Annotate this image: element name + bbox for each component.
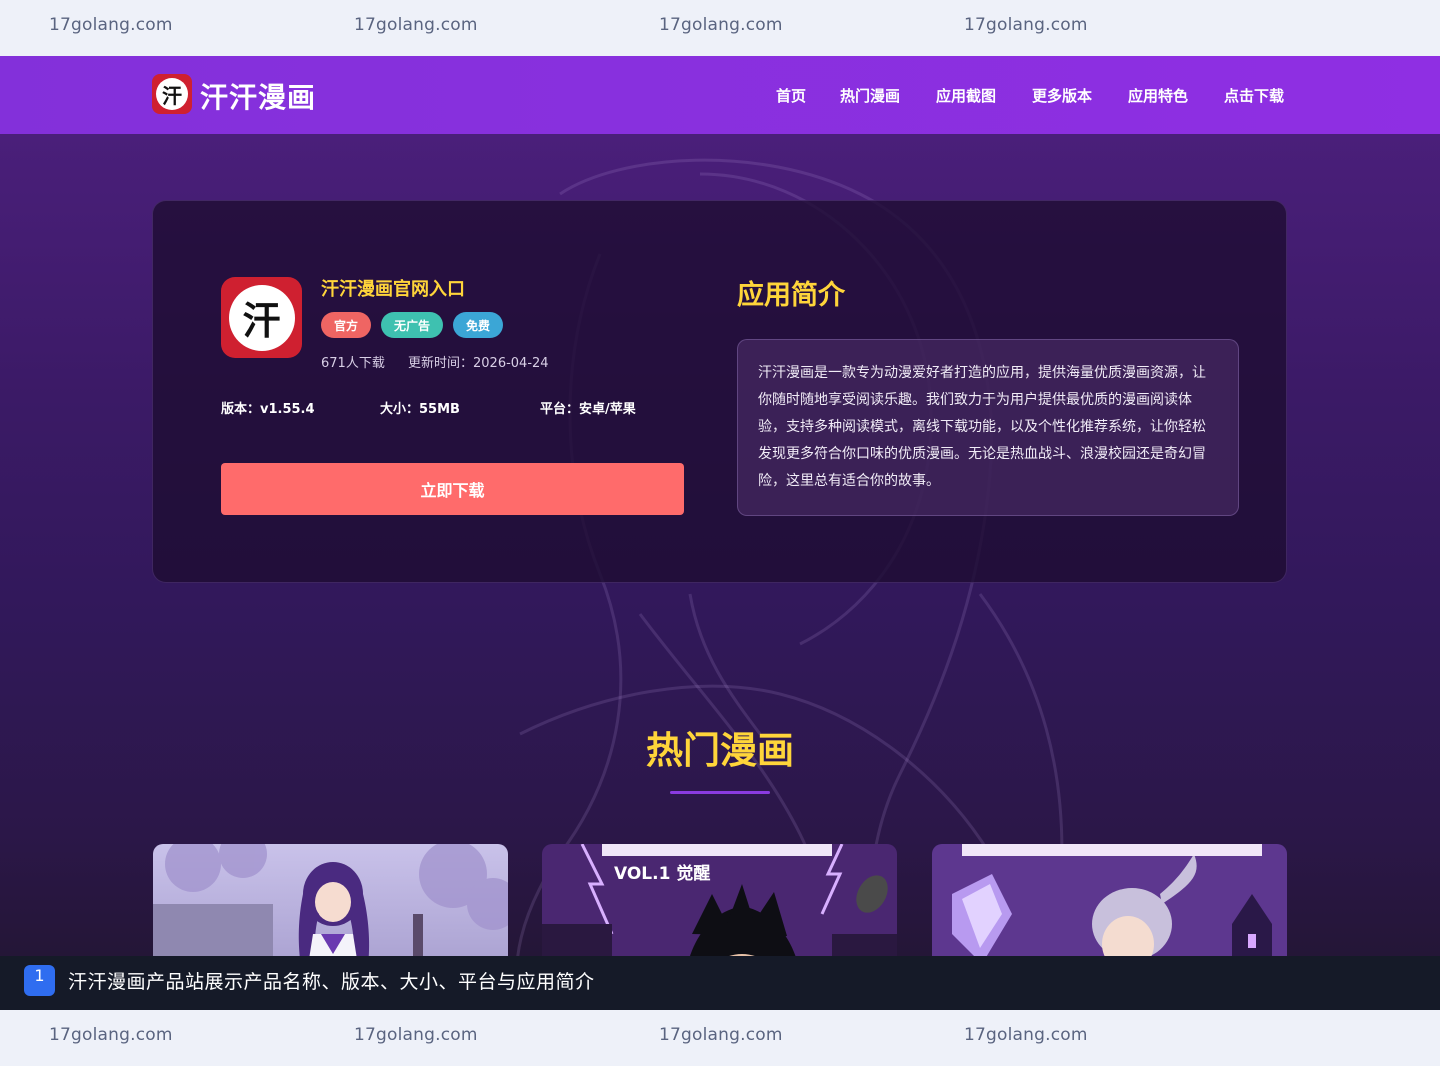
watermark-text: 17golang.com <box>659 15 783 35</box>
intro-text: 汗汗漫画是一款专为动漫爱好者打造的应用，提供海量优质漫画资源，让你随时随地享受阅… <box>758 365 1206 489</box>
app-info-card: 汗 汗汗漫画官网入口 官方 无广告 免费 671人下载 更新时间：2026-04… <box>152 200 1287 583</box>
watermark-text: 17golang.com <box>659 1025 783 1045</box>
app-icon: 汗 <box>221 277 302 358</box>
hot-comics-title: 热门漫画 <box>646 729 794 772</box>
watermark-bar-bottom: 17golang.com 17golang.com 17golang.com 1… <box>0 1010 1440 1066</box>
caption-number-badge: 1 <box>24 965 55 996</box>
badge-no-ads: 无广告 <box>381 312 443 338</box>
section-divider <box>670 791 770 794</box>
nav-item-more-versions[interactable]: 更多版本 <box>1032 85 1092 106</box>
app-size: 大小：55MB <box>380 402 460 417</box>
hero-section: 汗 汗汗漫画官网入口 官方 无广告 免费 671人下载 更新时间：2026-04… <box>0 134 1440 1010</box>
badge-free: 免费 <box>453 312 503 338</box>
intro-title: 应用简介 <box>737 280 845 311</box>
app-version: 版本：v1.55.4 <box>221 402 315 417</box>
watermark-bar-top: 17golang.com 17golang.com 17golang.com 1… <box>0 0 1440 56</box>
download-button[interactable]: 立即下载 <box>221 463 684 515</box>
nav-item-hot-comics[interactable]: 热门漫画 <box>840 85 900 106</box>
caption-text: 汗汗漫画产品站展示产品名称、版本、大小、平台与应用简介 <box>68 971 595 993</box>
logo-icon[interactable]: 汗 <box>152 74 192 114</box>
nav-item-screenshots[interactable]: 应用截图 <box>936 85 996 106</box>
watermark-text: 17golang.com <box>964 15 1088 35</box>
badge-official: 官方 <box>321 312 371 338</box>
download-count: 671人下载 <box>321 356 385 371</box>
nav-item-features[interactable]: 应用特色 <box>1128 85 1188 106</box>
site-header: 汗 汗汗漫画 首页 热门漫画 应用截图 更多版本 应用特色 点击下载 <box>0 56 1440 134</box>
update-time: 更新时间：2026-04-24 <box>408 356 549 371</box>
comic-volume-label: VOL.1 觉醒 <box>614 864 711 884</box>
logo-glyph: 汗 <box>156 78 188 110</box>
watermark-text: 17golang.com <box>49 1025 173 1045</box>
nav-item-download[interactable]: 点击下载 <box>1224 85 1284 106</box>
app-title: 汗汗漫画官网入口 <box>321 279 465 300</box>
app-icon-glyph: 汗 <box>228 284 295 351</box>
caption-bar: 1 汗汗漫画产品站展示产品名称、版本、大小、平台与应用简介 <box>0 956 1440 1010</box>
watermark-text: 17golang.com <box>964 1025 1088 1045</box>
watermark-text: 17golang.com <box>49 15 173 35</box>
intro-box: 汗汗漫画是一款专为动漫爱好者打造的应用，提供海量优质漫画资源，让你随时随地享受阅… <box>737 339 1239 516</box>
nav-item-home[interactable]: 首页 <box>776 85 806 106</box>
logo-text[interactable]: 汗汗漫画 <box>200 76 316 116</box>
watermark-text: 17golang.com <box>354 1025 478 1045</box>
app-platform: 平台：安卓/苹果 <box>540 402 636 417</box>
watermark-text: 17golang.com <box>354 15 478 35</box>
